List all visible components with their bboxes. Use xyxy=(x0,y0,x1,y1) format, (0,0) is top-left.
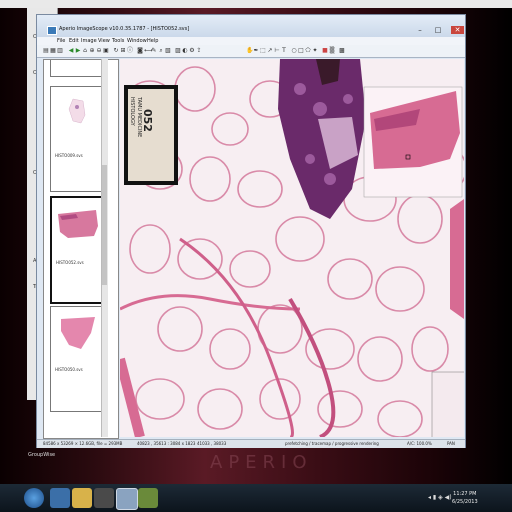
search-icon[interactable]: ⌕ xyxy=(158,47,164,54)
open-icon[interactable]: ▤ xyxy=(43,47,49,54)
status-progress: prefetching / tracemap / progressive ren… xyxy=(285,441,379,446)
color-icon[interactable]: ■ xyxy=(322,47,328,54)
status-bar: 84586 x 53269 × 12.6GB, file = 293MB 408… xyxy=(37,439,465,448)
close-button[interactable]: ✕ xyxy=(451,26,464,34)
top-strip xyxy=(0,0,512,8)
slide-label-line2: HISTOLOGY xyxy=(129,97,135,126)
export-icon[interactable]: ⇪ xyxy=(196,47,202,54)
star-icon[interactable]: ✦ xyxy=(312,47,318,54)
slide-thumbnail xyxy=(55,93,99,137)
thumbnail-card[interactable]: HISTO050.svs xyxy=(50,306,104,412)
slide-label: 052 TAMU MEDICINE HISTOLOGY xyxy=(124,85,178,185)
app-task-icon[interactable] xyxy=(138,488,158,508)
title-bar[interactable]: Aperio ImageScope v10.0.35.1787 - [HISTO… xyxy=(37,15,465,37)
pen-icon[interactable]: ✒ xyxy=(253,47,259,54)
app-icon xyxy=(47,26,57,35)
rectangle-icon[interactable]: □ xyxy=(298,47,304,54)
text-icon[interactable]: T xyxy=(281,47,287,54)
status-zoom: A/C: 100.0% xyxy=(407,441,432,446)
annotate-icon[interactable]: ✎ xyxy=(151,47,157,54)
scrollbar-thumb[interactable] xyxy=(102,165,107,285)
ellipse-icon[interactable]: ○ xyxy=(291,47,297,54)
slide-thumbnail xyxy=(56,204,100,248)
thumbnail-caption: HISTO050.svs xyxy=(55,367,83,372)
arrow-icon[interactable]: ↗ xyxy=(267,47,273,54)
print-icon[interactable]: ▥ xyxy=(57,47,63,54)
tray-icons[interactable]: ◂ ▮ ◈ ◀) xyxy=(428,494,452,501)
info-icon[interactable]: ⓘ xyxy=(127,47,133,54)
menu-edit[interactable]: Edit xyxy=(69,37,79,45)
menu-view[interactable]: View xyxy=(98,37,110,45)
ruler-icon[interactable]: ⊢ xyxy=(274,47,280,54)
clock-date: 6/25/2013 xyxy=(452,499,478,505)
menu-help[interactable]: Help xyxy=(147,37,158,45)
thumbnail-caption: HISTO009.svs xyxy=(55,153,83,158)
forward-icon[interactable]: ▶ xyxy=(75,47,81,54)
minimize-button[interactable]: – xyxy=(415,26,425,34)
slide-viewer[interactable]: 052 TAMU MEDICINE HISTOLOGY xyxy=(120,59,464,437)
measure-icon[interactable]: ⟷ xyxy=(144,47,153,54)
imagescope-task-icon[interactable] xyxy=(116,488,138,510)
zoom-out-icon[interactable]: ⊖ xyxy=(96,47,102,54)
slide-label-line1: TAMU MEDICINE xyxy=(136,97,142,138)
pan-hand-icon[interactable]: ✋ xyxy=(246,47,253,54)
select-icon[interactable]: ⬚ xyxy=(260,47,266,54)
ie-icon[interactable] xyxy=(50,488,70,508)
menu-tools[interactable]: Tools xyxy=(112,37,124,45)
palette-icon[interactable]: ◐ xyxy=(182,47,188,54)
polygon-icon[interactable]: ⬠ xyxy=(305,47,311,54)
fit-icon[interactable]: ▣ xyxy=(103,47,109,54)
folder-icon[interactable] xyxy=(72,488,92,508)
thumbnail-card-partial[interactable] xyxy=(50,60,104,77)
menu-bar: File Edit Image View Tools Window Help xyxy=(37,37,465,45)
thumbnail-card[interactable]: HISTO009.svs xyxy=(50,86,104,192)
save-icon[interactable]: ▦ xyxy=(50,47,56,54)
thumbnail-caption: HISTO052.svs xyxy=(56,260,84,265)
clock[interactable]: 11:27 PM 6/25/2013 xyxy=(452,490,478,506)
layers-icon[interactable]: ▨ xyxy=(175,47,181,54)
zoom-in-icon[interactable]: ⊕ xyxy=(89,47,95,54)
start-button[interactable] xyxy=(24,488,44,508)
imagescope-window: Aperio ImageScope v10.0.35.1787 - [HISTO… xyxy=(36,14,466,448)
status-mode: PAN xyxy=(447,441,455,446)
thumbnail-card-selected[interactable]: HISTO052.svs xyxy=(50,196,106,304)
slide-label-number: 052 xyxy=(141,109,154,132)
snapshot-icon[interactable]: ◙ xyxy=(137,47,143,54)
taskbar: ◂ ▮ ◈ ◀) 11:27 PM 6/25/2013 xyxy=(0,484,512,512)
maximize-button[interactable]: □ xyxy=(433,26,443,34)
opacity-icon[interactable]: ▒ xyxy=(329,47,335,54)
clock-time: 11:27 PM xyxy=(453,491,477,497)
filter-icon[interactable]: ▧ xyxy=(165,47,171,54)
menu-file[interactable]: File xyxy=(57,37,65,45)
menu-image[interactable]: Image xyxy=(81,37,97,45)
window-title: Aperio ImageScope v10.0.35.1787 - [HISTO… xyxy=(59,26,190,32)
home-icon[interactable]: ⌂ xyxy=(82,47,88,54)
grid-icon[interactable]: ⊞ xyxy=(120,47,126,54)
status-coords-2: 41033 , 38033 xyxy=(197,441,227,446)
toolbar: ▤ ▦ ▥ ◀ ▶ ⌂ ⊕ ⊖ ▣ ↻ ⊞ ⓘ ◙ ⟷ ✎ ⌕ ▧ ▨ ◐ ⚙ … xyxy=(37,45,465,58)
settings-icon[interactable]: ⚙ xyxy=(189,47,195,54)
media-icon[interactable] xyxy=(94,488,114,508)
status-dimensions: 84586 x 53269 × 12.6GB, file = 293MB xyxy=(43,441,123,446)
status-coords: 40823 , 35613 : 3084 x 1823 xyxy=(137,441,196,446)
slide-thumbnail xyxy=(55,313,99,357)
watermark-text: APERIO xyxy=(210,452,313,473)
menu-window[interactable]: Window xyxy=(127,37,147,45)
rotate-icon[interactable]: ↻ xyxy=(113,47,119,54)
overlay-icon[interactable]: ▩ xyxy=(339,47,345,54)
desktop-groupwise-label[interactable]: GroupWise xyxy=(28,452,55,458)
back-icon[interactable]: ◀ xyxy=(68,47,74,54)
